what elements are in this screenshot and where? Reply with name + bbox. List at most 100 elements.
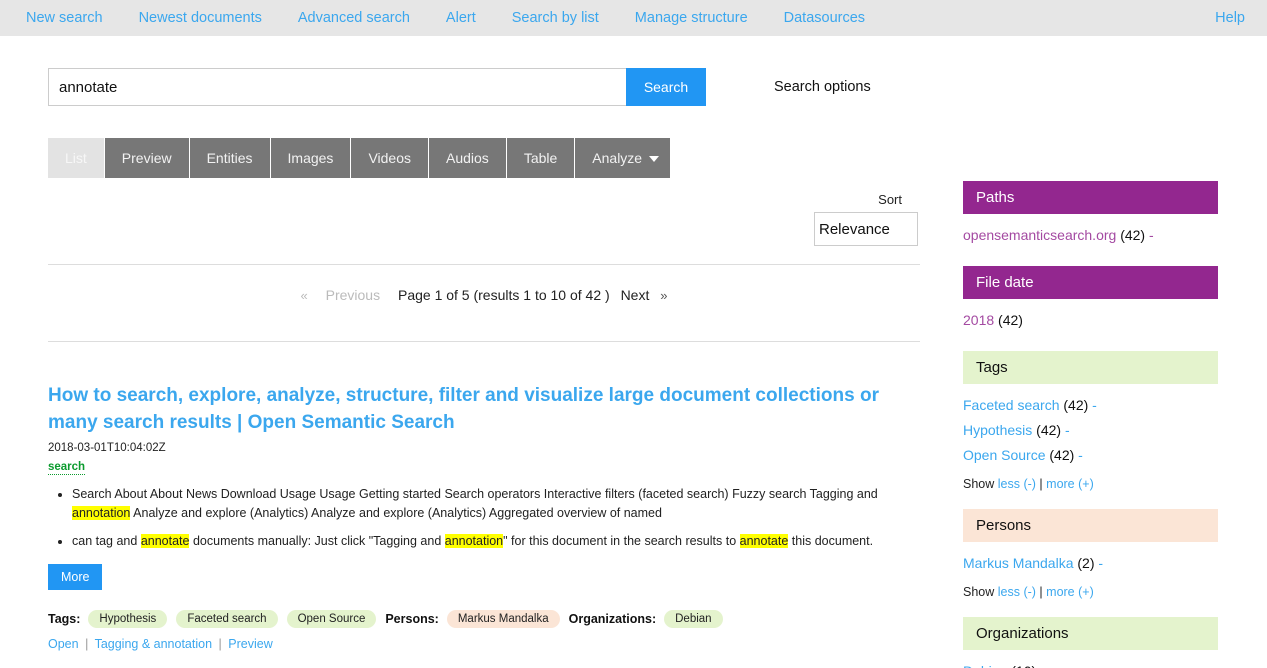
- tab-analyze-label: Analyze: [592, 150, 642, 166]
- nav-link-help[interactable]: Help: [1197, 10, 1253, 26]
- show-less-link[interactable]: less (-): [998, 585, 1036, 599]
- show-less-link[interactable]: less (-): [998, 477, 1036, 491]
- action-separator: |: [219, 637, 222, 651]
- tag-pill[interactable]: Faceted search: [176, 610, 277, 628]
- nav-link-alert[interactable]: Alert: [428, 10, 494, 26]
- facet-count: (42): [1060, 397, 1089, 413]
- sort-select[interactable]: Relevance: [814, 212, 918, 246]
- facet-header: Paths: [963, 181, 1218, 214]
- facet-exclude-link[interactable]: -: [1061, 422, 1070, 438]
- pagination-next-chevron[interactable]: »: [660, 288, 667, 303]
- highlighted-term: annotation: [72, 506, 130, 520]
- facet-link[interactable]: Debian: [963, 663, 1007, 668]
- pagination-previous: Previous: [326, 287, 380, 303]
- result-snippet-list: Search About About News Download Usage U…: [48, 485, 920, 551]
- nav-link-new-search[interactable]: New search: [8, 10, 121, 26]
- tags-label: Tags:: [48, 612, 80, 626]
- facet-link[interactable]: Open Source: [963, 447, 1046, 463]
- tab-analyze[interactable]: Analyze: [575, 138, 671, 178]
- search-button[interactable]: Search: [626, 68, 706, 106]
- facet-count: (2): [1074, 555, 1095, 571]
- persons-label: Persons:: [385, 612, 439, 626]
- facet-body: Markus Mandalka (2) - Show less (-) | mor…: [963, 542, 1218, 599]
- facet-item: Faceted search (42) -: [963, 393, 1218, 418]
- sort-control: Sort Relevance: [48, 192, 920, 246]
- snippet-fragment: " for this document in the search result…: [503, 534, 740, 548]
- facet-sidebar: Pathsopensemanticsearch.org (42) -File d…: [963, 181, 1218, 668]
- view-tabs: List Preview Entities Images Videos Audi…: [48, 138, 920, 178]
- facet-link[interactable]: 2018: [963, 312, 994, 328]
- top-navigation-bar: New search Newest documents Advanced sea…: [0, 0, 1267, 36]
- show-prefix: Show: [963, 585, 998, 599]
- facet-count: (42): [1032, 422, 1061, 438]
- tab-videos[interactable]: Videos: [351, 138, 429, 178]
- search-options-label[interactable]: Search options: [774, 68, 871, 106]
- facet-exclude-link[interactable]: -: [1095, 555, 1104, 571]
- facet-body: Faceted search (42) -Hypothesis (42) -Op…: [963, 384, 1218, 491]
- facet-count: (42): [994, 312, 1023, 328]
- facet-item: opensemanticsearch.org (42) -: [963, 223, 1218, 248]
- highlighted-term: annotate: [141, 534, 190, 548]
- nav-link-advanced-search[interactable]: Advanced search: [280, 10, 428, 26]
- tab-list[interactable]: List: [48, 138, 105, 178]
- facet-item: Hypothesis (42) -: [963, 418, 1218, 443]
- pagination: « Previous Page 1 of 5 (results 1 to 10 …: [48, 265, 920, 323]
- tag-pill[interactable]: Open Source: [287, 610, 377, 628]
- tag-pill[interactable]: Hypothesis: [88, 610, 167, 628]
- person-pill[interactable]: Markus Mandalka: [447, 610, 560, 628]
- search-result-item: How to search, explore, analyze, structu…: [48, 382, 920, 651]
- facet-persons: Persons Markus Mandalka (2) - Show less (-…: [963, 509, 1218, 599]
- nav-link-manage-structure[interactable]: Manage structure: [617, 10, 766, 26]
- result-timestamp: 2018-03-01T10:04:02Z: [48, 442, 920, 454]
- result-title-link[interactable]: How to search, explore, analyze, structu…: [48, 382, 908, 436]
- list-item: can tag and annotate documents manually:…: [72, 532, 920, 551]
- facet-link[interactable]: opensemanticsearch.org: [963, 227, 1116, 243]
- show-more-link[interactable]: more (+): [1046, 477, 1094, 491]
- tab-entities[interactable]: Entities: [190, 138, 271, 178]
- facet-header: Organizations: [963, 617, 1218, 650]
- nav-link-newest-documents[interactable]: Newest documents: [121, 10, 280, 26]
- facet-link[interactable]: Faceted search: [963, 397, 1060, 413]
- list-item: Search About About News Download Usage U…: [72, 485, 920, 523]
- facet-exclude-link[interactable]: -: [1036, 663, 1045, 668]
- facet-header: Tags: [963, 351, 1218, 384]
- action-open[interactable]: Open: [48, 637, 79, 651]
- facet-link[interactable]: Hypothesis: [963, 422, 1032, 438]
- pagination-next[interactable]: Next: [621, 287, 650, 303]
- tab-preview[interactable]: Preview: [105, 138, 190, 178]
- snippet-fragment: Search About About News Download Usage U…: [72, 487, 878, 501]
- snippet-text-2: can tag and annotate documents manually:…: [72, 534, 873, 548]
- facet-exclude-link[interactable]: -: [1074, 447, 1083, 463]
- tab-audios[interactable]: Audios: [429, 138, 507, 178]
- tab-images[interactable]: Images: [271, 138, 352, 178]
- facet-body: opensemanticsearch.org (42) -: [963, 214, 1218, 248]
- action-preview[interactable]: Preview: [228, 637, 272, 651]
- result-content-type[interactable]: search: [48, 461, 85, 475]
- sort-label: Sort: [48, 192, 902, 207]
- search-input[interactable]: [48, 68, 626, 106]
- snippet-fragment: this document.: [788, 534, 873, 548]
- result-actions: Open | Tagging & annotation | Preview: [48, 637, 920, 651]
- facet-item: 2018 (42): [963, 308, 1218, 333]
- facet-tags: TagsFaceted search (42) -Hypothesis (42)…: [963, 351, 1218, 491]
- nav-link-search-by-list[interactable]: Search by list: [494, 10, 617, 26]
- pagination-status: Page 1 of 5 (results 1 to 10 of 42 ): [398, 287, 610, 303]
- organization-pill[interactable]: Debian: [664, 610, 722, 628]
- show-more-link[interactable]: more (+): [1046, 585, 1094, 599]
- facet-header: Persons: [963, 509, 1218, 542]
- tab-table[interactable]: Table: [507, 138, 575, 178]
- organizations-label: Organizations:: [569, 612, 657, 626]
- show-separator: |: [1036, 585, 1046, 599]
- action-separator: |: [85, 637, 88, 651]
- snippet-fragment: can tag and: [72, 534, 141, 548]
- more-button[interactable]: More: [48, 564, 102, 590]
- nav-link-datasources[interactable]: Datasources: [766, 10, 883, 26]
- facet-exclude-link[interactable]: -: [1145, 227, 1154, 243]
- facet-show-toggle: Show less (-) | more (+): [963, 585, 1218, 599]
- facet-exclude-link[interactable]: -: [1088, 397, 1097, 413]
- facet-body: Debian (10) -: [963, 650, 1218, 668]
- pagination-prev-chevron: «: [301, 288, 308, 303]
- action-tagging-annotation[interactable]: Tagging & annotation: [95, 637, 212, 651]
- facet-link[interactable]: Markus Mandalka: [963, 555, 1074, 571]
- search-row: Search Search options: [48, 68, 920, 106]
